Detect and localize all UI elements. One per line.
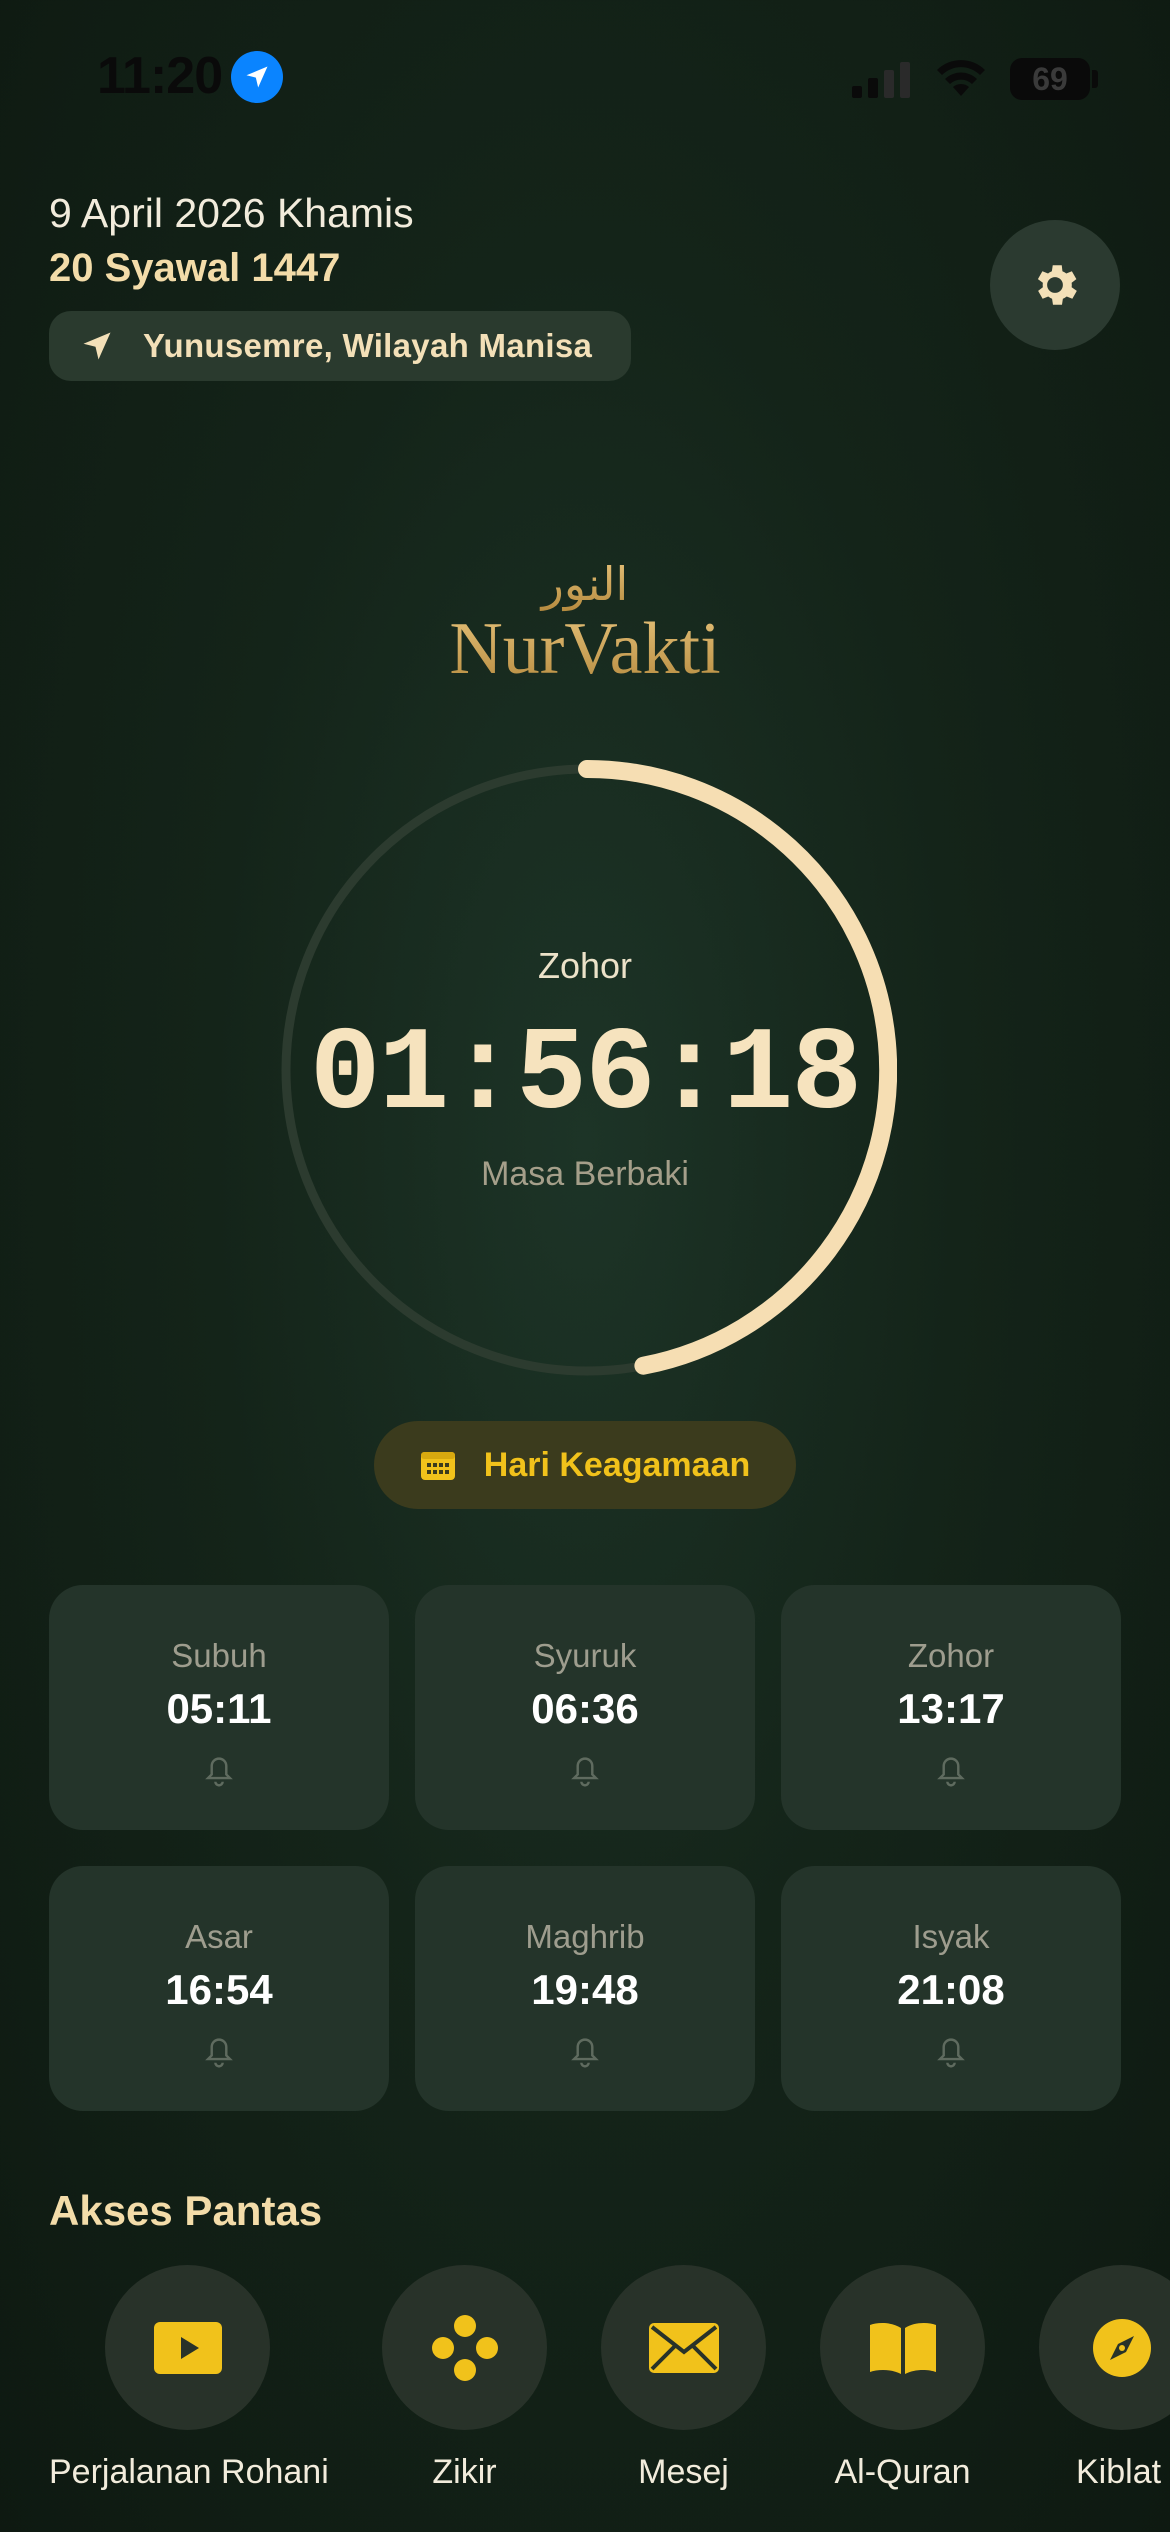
tasbih-icon xyxy=(431,2314,498,2381)
cellular-signal-icon xyxy=(852,62,910,98)
quick-access-label: Mesej xyxy=(638,2453,729,2491)
envelope-icon xyxy=(648,2322,719,2373)
location-button[interactable]: Yunusemre, Wilayah Manisa xyxy=(49,311,631,381)
prayer-card-subuh[interactable]: Subuh 05:11 xyxy=(49,1585,389,1830)
quick-access-label: Zikir xyxy=(432,2453,497,2491)
countdown-timer: 01:56:18 xyxy=(309,1010,863,1143)
logo-text: NurVakti xyxy=(449,608,720,685)
quick-access-icon-circle[interactable] xyxy=(601,2265,766,2430)
prayer-card-isyak[interactable]: Isyak 21:08 xyxy=(781,1866,1121,2111)
status-time: 11:20 xyxy=(97,47,223,105)
quick-access-icon-circle[interactable] xyxy=(382,2265,547,2430)
battery-indicator: 69 xyxy=(1010,58,1090,100)
gregorian-date: 9 April 2026 Khamis xyxy=(49,190,414,236)
quick-access-label: Kiblat xyxy=(1076,2453,1162,2491)
religious-days-button[interactable]: Hari Keagamaan xyxy=(374,1421,796,1509)
prayer-name: Maghrib xyxy=(525,1918,645,1955)
gear-icon xyxy=(1037,265,1077,305)
wifi-icon xyxy=(937,60,985,96)
quick-access-icon-circle[interactable] xyxy=(1039,2265,1170,2430)
bell-icon[interactable] xyxy=(204,2036,234,2070)
quick-access-icon-circle[interactable] xyxy=(105,2265,270,2430)
prayer-card-asar[interactable]: Asar 16:54 xyxy=(49,1866,389,2111)
bell-icon[interactable] xyxy=(936,1755,966,1789)
prayer-card-maghrib[interactable]: Maghrib 19:48 xyxy=(415,1866,755,2111)
next-prayer-name: Zohor xyxy=(537,945,633,986)
location-services-icon xyxy=(231,51,283,103)
prayer-time: 06:36 xyxy=(531,1685,639,1732)
logo-arabic: النور xyxy=(540,557,629,612)
bell-icon[interactable] xyxy=(936,2036,966,2070)
prayer-time: 13:17 xyxy=(897,1685,1005,1732)
battery-tip xyxy=(1092,70,1098,88)
prayer-time: 16:54 xyxy=(165,1966,273,2013)
hijri-date: 20 Syawal 1447 xyxy=(49,246,341,290)
prayer-name: Subuh xyxy=(171,1637,267,1674)
bell-icon[interactable] xyxy=(204,1755,234,1789)
prayer-time: 19:48 xyxy=(531,1966,639,2013)
quick-access-label: Perjalanan Rohani xyxy=(49,2453,329,2491)
countdown-label: Masa Berbaki xyxy=(481,1155,689,1193)
settings-button[interactable] xyxy=(990,220,1120,350)
nurvakti-logo: النور NurVakti xyxy=(449,557,720,685)
navigation-arrow-icon xyxy=(83,332,111,360)
quick-access-title: Akses Pantas xyxy=(49,2187,323,2234)
prayer-name: Syuruk xyxy=(533,1637,637,1674)
prayer-name: Isyak xyxy=(912,1918,990,1955)
religious-days-label: Hari Keagamaan xyxy=(483,1445,751,1484)
prayer-time: 21:08 xyxy=(897,1966,1005,2013)
calendar-icon xyxy=(420,1452,455,1480)
quick-access-icon-circle[interactable] xyxy=(820,2265,985,2430)
prayer-name: Zohor xyxy=(907,1637,995,1674)
prayer-time: 05:11 xyxy=(166,1685,272,1732)
prayer-name: Asar xyxy=(185,1918,253,1955)
location-label: Yunusemre, Wilayah Manisa xyxy=(143,327,593,364)
play-icon xyxy=(153,2321,222,2374)
compass-icon xyxy=(1092,2318,1151,2377)
bell-icon[interactable] xyxy=(570,2036,600,2070)
prayer-card-syuruk[interactable]: Syuruk 06:36 xyxy=(415,1585,755,1830)
book-icon xyxy=(869,2322,936,2374)
bell-icon[interactable] xyxy=(570,1755,600,1789)
quick-access-label: Al-Quran xyxy=(834,2453,971,2491)
prayer-card-zohor[interactable]: Zohor 13:17 xyxy=(781,1585,1121,1830)
status-bar: 11:20 69 xyxy=(0,0,1170,150)
